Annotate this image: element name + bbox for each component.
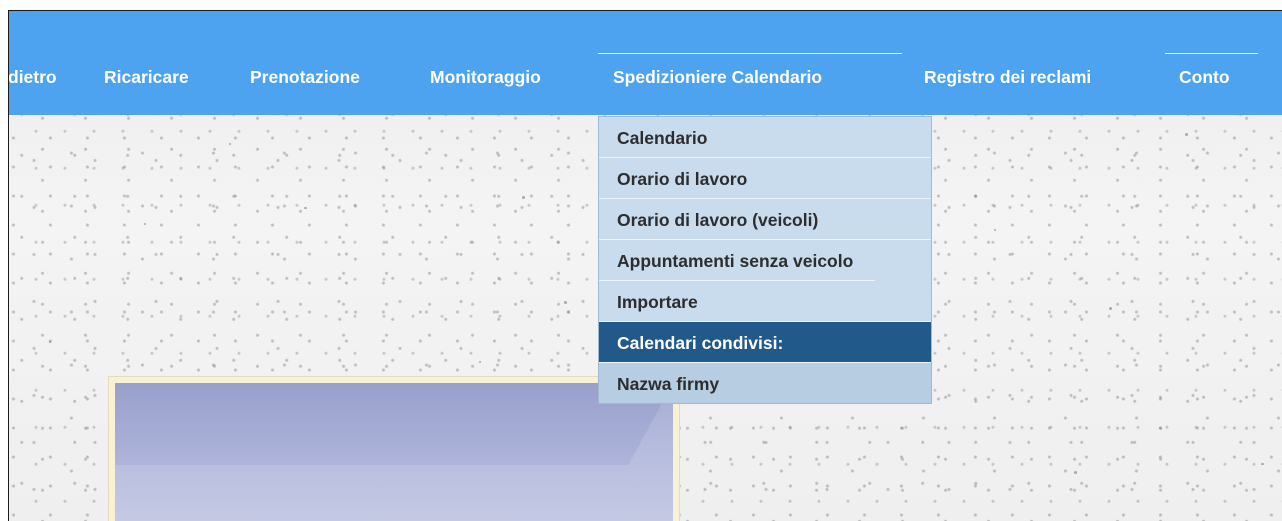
menu-item-import[interactable]: Importare — [599, 281, 931, 322]
active-tab-indicator — [598, 53, 902, 54]
menu-item-working-hours[interactable]: Orario di lavoro — [599, 158, 931, 199]
nav-item-complaints[interactable]: Registro dei reclami — [924, 65, 1091, 89]
nav-item-monitoring[interactable]: Monitoraggio — [430, 65, 541, 89]
calendar-dropdown-menu: Calendario Orario di lavoro Orario di la… — [598, 116, 932, 404]
shared-calendars-header: Calendari condivisi: — [599, 322, 931, 363]
account-tab-indicator — [1165, 53, 1258, 54]
nav-item-back[interactable]: dietro — [9, 65, 57, 89]
content-box-fold — [115, 383, 673, 465]
nav-item-reload[interactable]: Ricaricare — [104, 65, 189, 89]
nav-item-booking[interactable]: Prenotazione — [250, 65, 360, 89]
top-navigation-bar: dietro Ricaricare Prenotazione Monitorag… — [9, 11, 1282, 115]
nav-item-dispatcher-calendar[interactable]: Spedizioniere Calendario — [613, 65, 822, 89]
menu-item-working-hours-vehicles[interactable]: Orario di lavoro (veicoli) — [599, 199, 931, 240]
menu-item-shared-company[interactable]: Nazwa firmy — [599, 363, 931, 403]
menu-item-appointments-without-vehicle[interactable]: Appuntamenti senza veicolo — [599, 240, 875, 281]
content-box — [108, 376, 680, 521]
nav-item-account[interactable]: Conto — [1179, 65, 1230, 89]
page-frame: dietro Ricaricare Prenotazione Monitorag… — [8, 10, 1282, 521]
menu-item-calendar[interactable]: Calendario — [599, 117, 931, 158]
